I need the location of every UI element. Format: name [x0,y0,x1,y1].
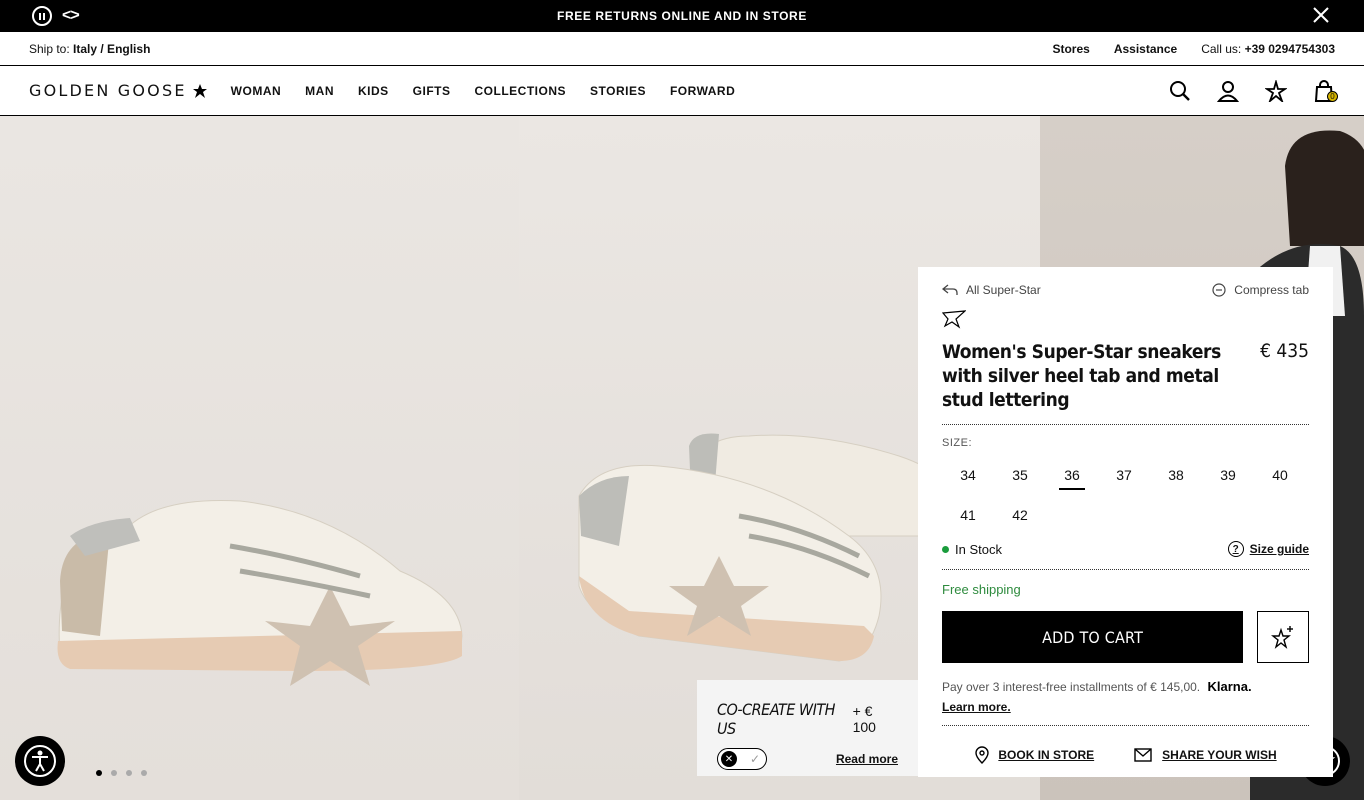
gallery-dot[interactable] [126,770,132,776]
nav-item-woman[interactable]: WOMAN [231,84,282,98]
add-to-wishlist-button[interactable] [1257,611,1309,663]
promo-text: FREE RETURNS ONLINE AND IN STORE [557,9,807,23]
divider [942,569,1309,570]
nav-item-stories[interactable]: STORIES [590,84,646,98]
ship-label: Ship to: [29,41,70,56]
compress-tab-button[interactable]: Compress tab [1212,283,1309,297]
utility-links: Stores Assistance Call us: +39 029475430… [1052,42,1335,56]
utility-bar: Ship to: Italy / English Stores Assistan… [0,32,1364,66]
call-label: Call us: [1201,41,1242,56]
product-price: € 435 [1260,340,1309,362]
nav-item-kids[interactable]: KIDS [358,84,389,98]
size-option-36[interactable]: 36 [1046,455,1098,495]
gallery-dot[interactable] [141,770,147,776]
call-us[interactable]: Call us: +39 0294754303 [1201,42,1335,56]
cart-count-badge: 0 [1327,90,1338,102]
star-plus-icon [1271,626,1294,649]
logo-text: GOLDEN GOOSE [29,81,187,100]
divider [942,424,1309,425]
cocreate-price: + € 100 [852,703,876,735]
share-your-wish-link[interactable]: SHARE YOUR WISH [1134,746,1277,764]
nav-menu: WOMAN MAN KIDS GIFTS COLLECTIONS STORIES… [231,84,1169,98]
klarna-text: Pay over 3 interest-free installments of… [942,680,1201,694]
in-stock-dot-icon [942,545,949,553]
accessibility-icon [24,745,56,777]
pause-icon[interactable] [32,6,52,26]
product-title: Women's Super-Star sneakers with silver … [942,341,1221,411]
product-image-side-view[interactable] [0,116,519,800]
gallery-dot[interactable] [96,770,102,776]
back-to-collection-link[interactable]: All Super-Star [942,283,1041,297]
brand-logo[interactable]: GOLDEN GOOSE [29,81,207,100]
account-icon[interactable] [1217,80,1239,102]
promo-controls: <> [32,6,80,26]
toggle-off-icon: ✕ [721,751,737,767]
gallery-pagination [96,770,147,776]
cocreate-title: CO-CREATE WITH US [717,700,835,738]
free-shipping-text: Free shipping [942,582,1021,597]
klarna-info: Pay over 3 interest-free installments of… [942,677,1309,717]
product-info-panel: All Super-Star Compress tab Women's Supe… [918,267,1333,777]
size-option-42[interactable]: 42 [994,495,1046,535]
stock-status: In Stock [942,542,1002,557]
search-icon[interactable] [1169,80,1191,102]
nav-item-forward[interactable]: FORWARD [670,84,735,98]
cocreate-toggle[interactable]: ✕ ✓ [717,748,767,770]
main-nav: GOLDEN GOOSE WOMAN MAN KIDS GIFTS COLLEC… [0,66,1364,116]
cart-button[interactable]: 0 [1313,79,1338,102]
location-pin-icon [975,746,990,764]
logo-star-icon [192,83,207,98]
cocreate-widget: CO-CREATE WITH US + € 100 ✕ ✓ Read more [697,680,918,776]
size-option-39[interactable]: 39 [1202,455,1254,495]
size-selector: 34 35 36 37 38 39 40 41 42 [942,455,1309,535]
klarna-learn-more-link[interactable]: Learn more. [942,700,1011,714]
share-your-wish-label: SHARE YOUR WISH [1162,748,1277,762]
size-label: SIZE: [942,437,973,449]
sneaker-side-illustration [57,499,463,686]
nav-item-collections[interactable]: COLLECTIONS [475,84,567,98]
nav-icons: 0 [1169,79,1338,102]
divider [942,725,1309,726]
close-icon[interactable] [1310,4,1332,26]
minus-circle-icon [1212,283,1226,297]
cocreate-read-more-link[interactable]: Read more [836,752,898,766]
call-number[interactable]: +39 0294754303 [1245,42,1335,56]
ship-to-selector[interactable]: Ship to: Italy / English [29,42,1052,56]
nav-item-gifts[interactable]: GIFTS [413,84,451,98]
question-icon: ? [1227,541,1244,557]
ship-value[interactable]: Italy / English [73,42,150,56]
size-option-34[interactable]: 34 [942,455,994,495]
collection-star-icon [941,310,967,329]
stores-link[interactable]: Stores [1052,42,1089,56]
size-option-40[interactable]: 40 [1254,455,1306,495]
size-guide-link[interactable]: ? Size guide [1227,541,1309,557]
size-option-38[interactable]: 38 [1150,455,1202,495]
size-option-35[interactable]: 35 [994,455,1046,495]
back-label: All Super-Star [966,283,1041,297]
back-arrow-icon [942,284,958,295]
assistance-link[interactable]: Assistance [1114,42,1177,56]
book-in-store-label: BOOK IN STORE [998,748,1095,762]
promo-bar: <> FREE RETURNS ONLINE AND IN STORE [0,0,1364,32]
accessibility-button[interactable] [15,736,65,786]
size-guide-label: Size guide [1249,542,1309,556]
gallery-dot[interactable] [111,770,117,776]
klarna-logo: Klarna. [1207,679,1252,694]
book-in-store-link[interactable]: BOOK IN STORE [974,746,1094,764]
add-to-cart-button[interactable]: ADD TO CART [942,611,1244,663]
prev-next-arrows-icon[interactable]: <> [62,7,80,25]
compress-label: Compress tab [1234,283,1309,297]
nav-item-man[interactable]: MAN [305,84,334,98]
wishlist-star-icon[interactable] [1265,79,1287,102]
size-option-41[interactable]: 41 [942,495,994,535]
size-option-37[interactable]: 37 [1098,455,1150,495]
toggle-check-icon: ✓ [749,752,760,766]
mail-icon [1134,748,1152,762]
stock-text: In Stock [955,541,1002,557]
